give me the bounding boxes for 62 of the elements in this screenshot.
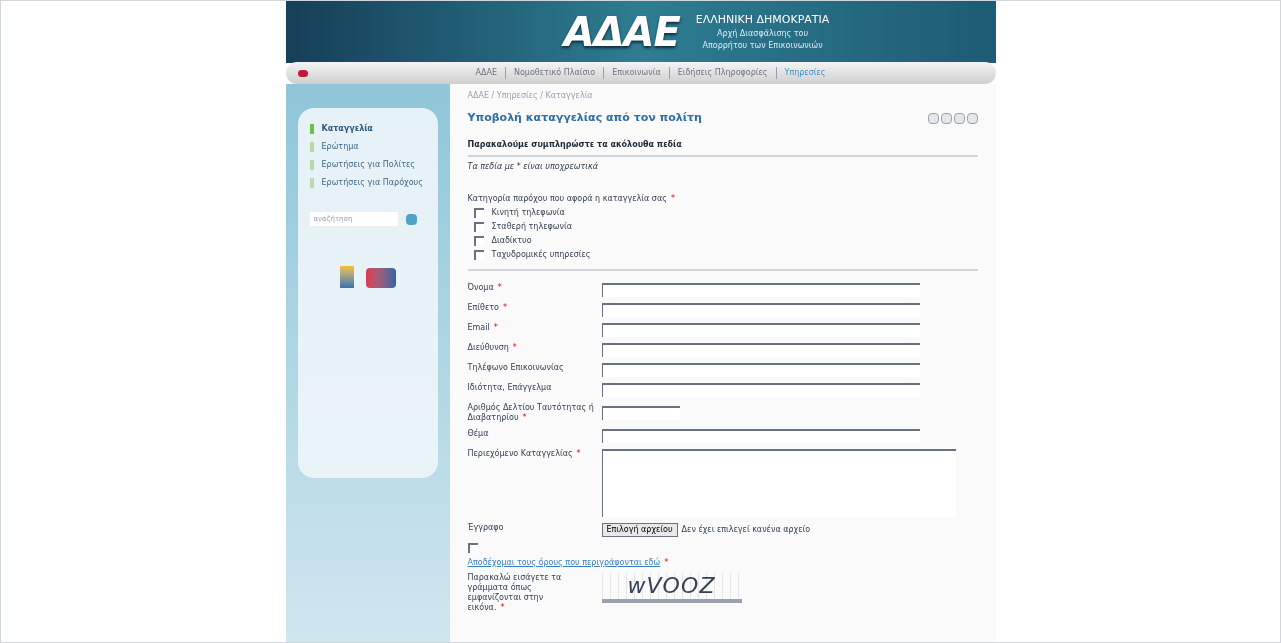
field-label: Διεύθυνση * [467, 342, 518, 353]
field-label: Όνομα * [467, 282, 503, 293]
page-title: Υποβολή καταγγελίας από τον πολίτη [467, 110, 702, 126]
text-field[interactable] [601, 282, 920, 297]
field-label: Τηλέφωνο Επικοινωνίας [467, 362, 565, 373]
required-mark: * [664, 557, 669, 567]
checkbox[interactable] [467, 542, 478, 553]
text-field[interactable] [601, 322, 920, 337]
field-label: Έγγραφο [467, 522, 505, 533]
terms-link[interactable]: Αποδέχομαι τους όρους που περιγράφονται εδώ [467, 557, 661, 567]
file-status: Δεν έχει επιλεγεί κανένα αρχείο [681, 523, 811, 536]
text-field[interactable] [601, 362, 920, 377]
organization-name: Απορρήτου των Επικοινωνιών [702, 40, 823, 53]
required-mark: * [512, 342, 517, 352]
choose-file-button[interactable]: Επιλογή αρχείου [601, 522, 678, 537]
section-heading: Παρακαλούμε συμπληρώστε τα ακόλουθα πεδία [467, 138, 978, 157]
text-area[interactable] [601, 448, 956, 517]
field-label: Email * [467, 322, 499, 333]
checkbox-label: Ταχυδρομικές υπηρεσίες [491, 248, 591, 261]
sidebar-link[interactable]: Ερωτήσεις για Παρόχους [309, 178, 426, 188]
text-field[interactable] [601, 405, 680, 420]
required-mark: * [493, 322, 498, 332]
field-label: Επίθετο * [467, 302, 508, 313]
sidebar-link[interactable]: Ερωτήσεις για Πολίτες [309, 160, 426, 170]
text-field[interactable] [601, 382, 920, 397]
checkbox[interactable] [473, 249, 484, 260]
category-label: Κατηγορία παρόχου που αφορά η καταγγελία σας * [467, 192, 676, 205]
text-field[interactable] [601, 342, 920, 357]
checkbox-label: Διαδίκτυο [491, 234, 532, 247]
field-label: Περιεχόμενο Καταγγελίας * [467, 448, 582, 459]
required-mark: * [497, 282, 502, 292]
required-mark: * [670, 193, 675, 203]
field-label: Θέμα [467, 428, 490, 439]
checkbox-label: Σταθερή τηλεφωνία [491, 220, 572, 233]
nav-link[interactable]: Νομοθετικό Πλαίσιο [506, 67, 604, 79]
text-field[interactable] [601, 302, 920, 317]
logo-icon [339, 266, 354, 288]
required-mark: * [576, 448, 581, 458]
required-mark: * [503, 302, 507, 312]
required-mark: * [522, 412, 527, 422]
organization-name: Αρχή Διασφάλισης του [717, 28, 809, 40]
breadcrumb: ΑΔΑΕ / Υπηρεσίες / Καταγγελία [467, 90, 594, 102]
checkbox-label: Κινητή τηλεφωνία [491, 206, 565, 219]
sidebar-link[interactable]: Καταγγελία [309, 124, 426, 134]
captcha-label: Παρακαλώ εισάγετε τα γράμματα όπως εμφανίζονται στην εικόνα. * [467, 572, 563, 613]
nav-link[interactable]: Ειδήσεις Πληροφορίες [669, 67, 776, 79]
country-title: ΕΛΛΗΝΙΚΗ ΔΗΜΟΚΡΑΤΙΑ [695, 11, 830, 28]
required-note: Τα πεδία με * είναι υποχρεωτικά [467, 160, 599, 173]
checkbox[interactable] [473, 221, 484, 232]
required-mark: * [500, 602, 505, 612]
field-label: Αριθμός Δελτίου Ταυτότητας ή Διαβατηρίου * [467, 402, 595, 423]
checkbox[interactable] [473, 235, 484, 246]
nav-link[interactable]: ΑΔΑΕ [467, 67, 505, 79]
text-field[interactable] [601, 428, 920, 443]
nav-link[interactable]: Υπηρεσίες [776, 67, 834, 79]
site-logo: ΑΔΑΕ [563, 8, 680, 57]
checkbox[interactable] [473, 207, 484, 218]
nav-link[interactable]: Επικοινωνία [604, 67, 669, 79]
captcha-image: wVOOZ [601, 572, 742, 603]
sidebar-link[interactable]: Ερώτημα [309, 142, 426, 152]
logo-icon [365, 268, 396, 288]
field-label: Ιδιότητα, Επάγγελμα [467, 382, 553, 393]
